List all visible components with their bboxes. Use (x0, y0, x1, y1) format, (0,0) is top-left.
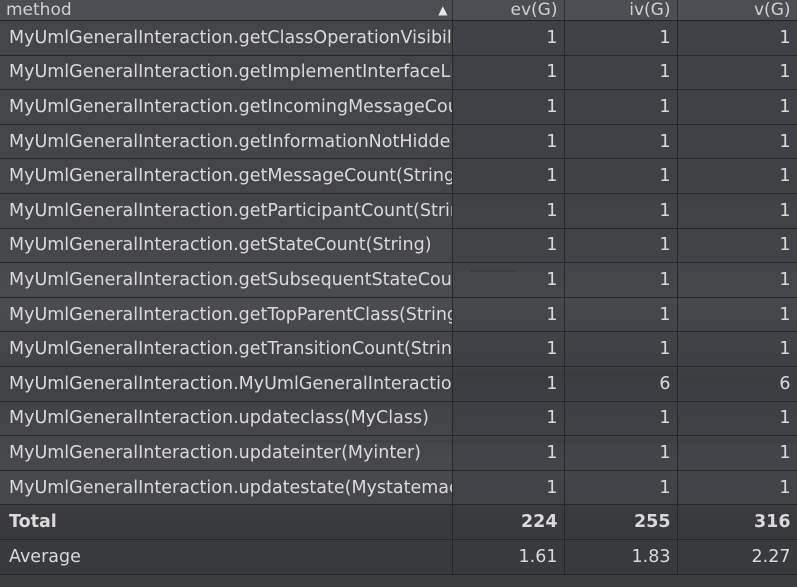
iv-cell: 6 (564, 366, 678, 402)
method-cell: MyUmlGeneralInteraction.updateclass(MyCl… (0, 401, 453, 437)
total-row: Total 224 255 316 (0, 504, 797, 540)
table-row[interactable]: MyUmlGeneralInteraction.getTransitionCou… (0, 331, 797, 367)
v-cell: 1 (677, 297, 797, 333)
method-cell: MyUmlGeneralInteraction.getSubsequentSta… (0, 262, 453, 298)
method-cell: MyUmlGeneralInteraction.getImplementInte… (0, 55, 453, 91)
table-row[interactable]: MyUmlGeneralInteraction.getClassOperatio… (0, 20, 797, 56)
v-cell: 1 (677, 193, 797, 229)
ev-cell: 1 (452, 124, 565, 160)
ev-cell: 1 (452, 228, 565, 264)
iv-cell: 1 (564, 158, 678, 194)
method-cell: MyUmlGeneralInteraction.getParticipantCo… (0, 193, 453, 229)
iv-cell: 1 (564, 262, 678, 298)
iv-cell: 1 (564, 470, 678, 506)
iv-cell: 1 (564, 435, 678, 471)
iv-cell: 1 (564, 55, 678, 91)
table-body: MyUmlGeneralInteraction.getClassOperatio… (0, 20, 797, 575)
table-row[interactable]: MyUmlGeneralInteraction.getMessageCount(… (0, 158, 797, 194)
ev-cell: 1 (452, 297, 565, 333)
v-cell: 1 (677, 228, 797, 264)
ev-cell: 1 (452, 158, 565, 194)
ev-cell: 1 (452, 401, 565, 437)
method-cell: MyUmlGeneralInteraction.getMessageCount(… (0, 158, 453, 194)
column-header-method[interactable]: method ▲ (0, 0, 453, 21)
metrics-table: method ▲ ev(G) iv(G) v(G) MyUmlGeneralIn… (0, 0, 797, 575)
table-row[interactable]: MyUmlGeneralInteraction.MyUmlGeneralInte… (0, 366, 797, 402)
column-header-method-label: method (6, 0, 72, 20)
iv-cell: 1 (564, 20, 678, 56)
v-cell: 1 (677, 401, 797, 437)
method-cell: MyUmlGeneralInteraction.getIncomingMessa… (0, 89, 453, 125)
ev-cell: 1 (452, 262, 565, 298)
average-label: Average (0, 539, 453, 575)
method-cell: MyUmlGeneralInteraction.updatestate(Myst… (0, 470, 453, 506)
method-cell: MyUmlGeneralInteraction.MyUmlGeneralInte… (0, 366, 453, 402)
sort-ascending-icon[interactable]: ▲ (438, 1, 447, 20)
ev-cell: 1 (452, 193, 565, 229)
table-row[interactable]: MyUmlGeneralInteraction.getStateCount(St… (0, 228, 797, 264)
table-row[interactable]: MyUmlGeneralInteraction.updateinter(Myin… (0, 435, 797, 471)
total-iv: 255 (564, 504, 678, 540)
v-cell: 1 (677, 158, 797, 194)
iv-cell: 1 (564, 228, 678, 264)
v-cell: 1 (677, 89, 797, 125)
ev-cell: 1 (452, 55, 565, 91)
column-header-iv[interactable]: iv(G) (564, 0, 678, 21)
ev-cell: 1 (452, 470, 565, 506)
table-row[interactable]: MyUmlGeneralInteraction.getSubsequentSta… (0, 262, 797, 298)
v-cell: 1 (677, 55, 797, 91)
iv-cell: 1 (564, 193, 678, 229)
iv-cell: 1 (564, 297, 678, 333)
ev-cell: 1 (452, 366, 565, 402)
v-cell: 1 (677, 470, 797, 506)
column-header-ev[interactable]: ev(G) (452, 0, 565, 21)
table-row[interactable]: MyUmlGeneralInteraction.getParticipantCo… (0, 193, 797, 229)
v-cell: 6 (677, 366, 797, 402)
v-cell: 1 (677, 435, 797, 471)
method-cell: MyUmlGeneralInteraction.getInformationNo… (0, 124, 453, 160)
total-v: 316 (677, 504, 797, 540)
table-row[interactable]: MyUmlGeneralInteraction.getImplementInte… (0, 55, 797, 91)
table-row[interactable]: MyUmlGeneralInteraction.updateclass(MyCl… (0, 401, 797, 437)
ev-cell: 1 (452, 435, 565, 471)
average-ev: 1.61 (452, 539, 565, 575)
table-row[interactable]: MyUmlGeneralInteraction.updatestate(Myst… (0, 470, 797, 506)
v-cell: 1 (677, 331, 797, 367)
average-v: 2.27 (677, 539, 797, 575)
table-header: method ▲ ev(G) iv(G) v(G) (0, 0, 797, 21)
iv-cell: 1 (564, 124, 678, 160)
ev-cell: 1 (452, 331, 565, 367)
method-cell: MyUmlGeneralInteraction.updateinter(Myin… (0, 435, 453, 471)
v-cell: 1 (677, 20, 797, 56)
v-cell: 1 (677, 262, 797, 298)
iv-cell: 1 (564, 331, 678, 367)
ev-cell: 1 (452, 20, 565, 56)
method-cell: MyUmlGeneralInteraction.getClassOperatio… (0, 20, 453, 56)
total-ev: 224 (452, 504, 565, 540)
method-cell: MyUmlGeneralInteraction.getStateCount(St… (0, 228, 453, 264)
iv-cell: 1 (564, 89, 678, 125)
method-cell: MyUmlGeneralInteraction.getTopParentClas… (0, 297, 453, 333)
average-iv: 1.83 (564, 539, 678, 575)
table-row[interactable]: MyUmlGeneralInteraction.getInformationNo… (0, 124, 797, 160)
table-row[interactable]: MyUmlGeneralInteraction.getTopParentClas… (0, 297, 797, 333)
table-row[interactable]: MyUmlGeneralInteraction.getIncomingMessa… (0, 89, 797, 125)
v-cell: 1 (677, 124, 797, 160)
total-label: Total (0, 504, 453, 540)
ev-cell: 1 (452, 89, 565, 125)
average-row: Average 1.61 1.83 2.27 (0, 539, 797, 575)
method-cell: MyUmlGeneralInteraction.getTransitionCou… (0, 331, 453, 367)
iv-cell: 1 (564, 401, 678, 437)
column-header-v[interactable]: v(G) (677, 0, 797, 21)
